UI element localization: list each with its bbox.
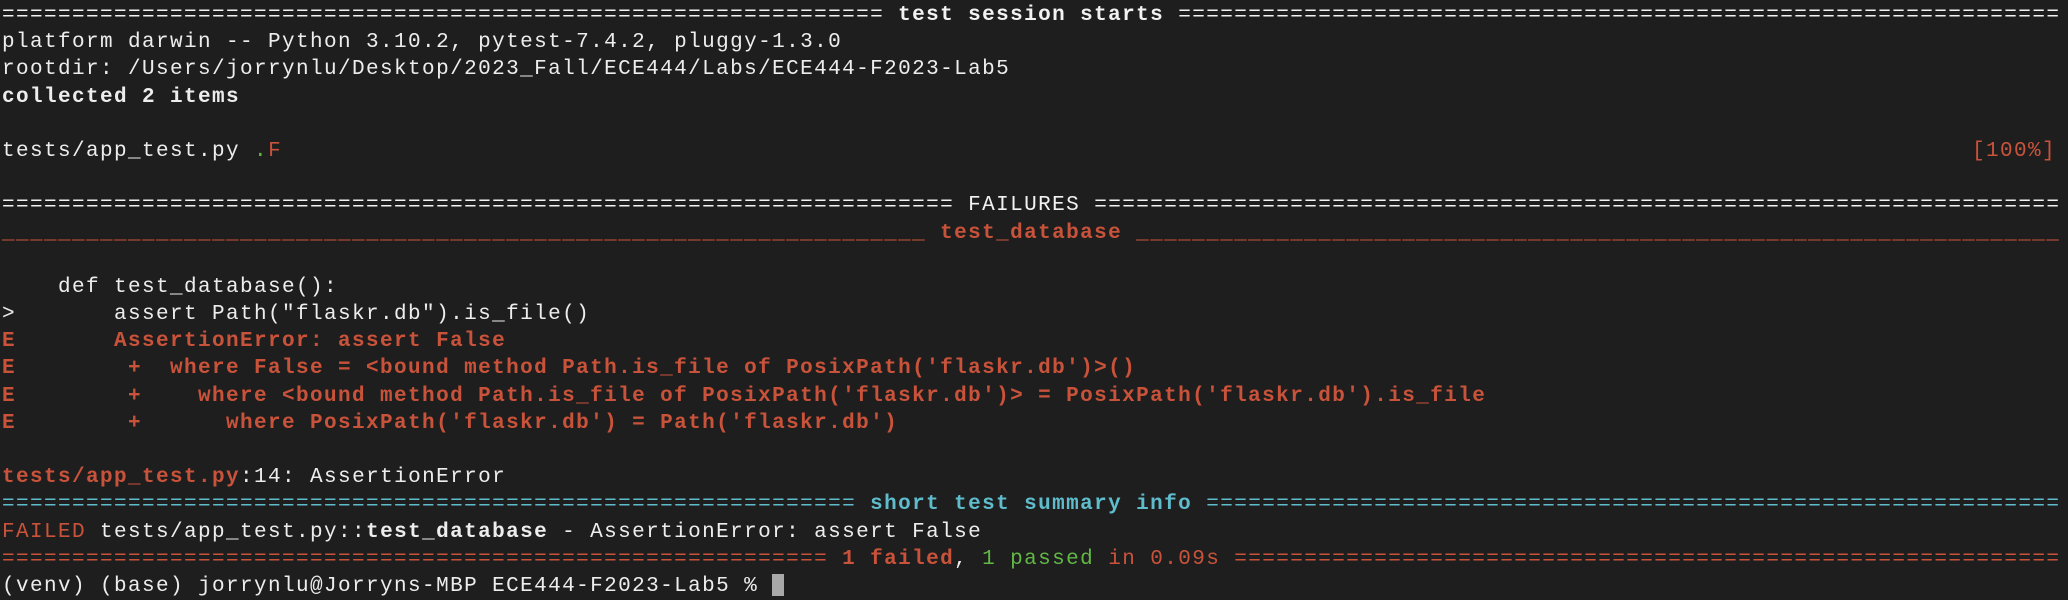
failures-header: ========================================…: [2, 194, 2061, 218]
separator: ========================================…: [2, 547, 843, 571]
separator: ========================================…: [1080, 194, 2061, 218]
collected-line: collected 2 items: [2, 85, 241, 109]
separator: ========================================…: [2, 493, 871, 517]
error-line: E + where <bound method Path.is_file of …: [2, 384, 1487, 408]
separator: ========================================…: [1164, 4, 2061, 27]
error-line: E + where PosixPath('flaskr.db') = Path(…: [2, 411, 899, 435]
test-file: tests/app_test.py: [2, 139, 255, 163]
failed-summary-line: FAILED tests/app_test.py::test_database …: [2, 520, 983, 544]
pass-marker: .: [254, 139, 269, 163]
fail-marker: F: [268, 139, 283, 163]
separator: ________________________________________…: [2, 221, 941, 245]
platform-line: platform darwin -- Python 3.10.2, pytest…: [2, 31, 843, 55]
failure-location: tests/app_test.py:14: AssertionError: [2, 466, 507, 490]
shell-prompt[interactable]: (venv) (base) jorrynlu@Jorryns-MBP ECE44…: [2, 573, 2062, 600]
separator: ========================================…: [1192, 493, 2061, 517]
progress-percent: [100%]: [1971, 139, 2056, 163]
test-database-header: ________________________________________…: [2, 221, 2061, 245]
rootdir-line: rootdir: /Users/jorrynlu/Desktop/2023_Fa…: [2, 58, 1011, 82]
cursor: [772, 574, 785, 597]
code-line: > assert Path("flaskr.db").is_file(): [2, 303, 591, 327]
separator: ________________________________________…: [1122, 221, 2061, 245]
session-header: ========================================…: [2, 4, 2061, 27]
location-file: tests/app_test.py: [2, 466, 241, 490]
test-file-progress: tests/app_test.py .F [100%]: [2, 138, 2062, 165]
code-line: def test_database():: [2, 275, 339, 299]
separator: ========================================…: [2, 4, 899, 27]
summary-header: ========================================…: [2, 493, 2061, 517]
terminal-output[interactable]: ========================================…: [2, 2, 2062, 600]
error-line: E AssertionError: assert False: [2, 330, 507, 354]
error-line: E + where False = <bound method Path.is_…: [2, 357, 1137, 381]
separator: ========================================…: [2, 194, 969, 218]
result-footer: ========================================…: [2, 547, 2061, 571]
separator: ========================================…: [1220, 547, 2061, 571]
